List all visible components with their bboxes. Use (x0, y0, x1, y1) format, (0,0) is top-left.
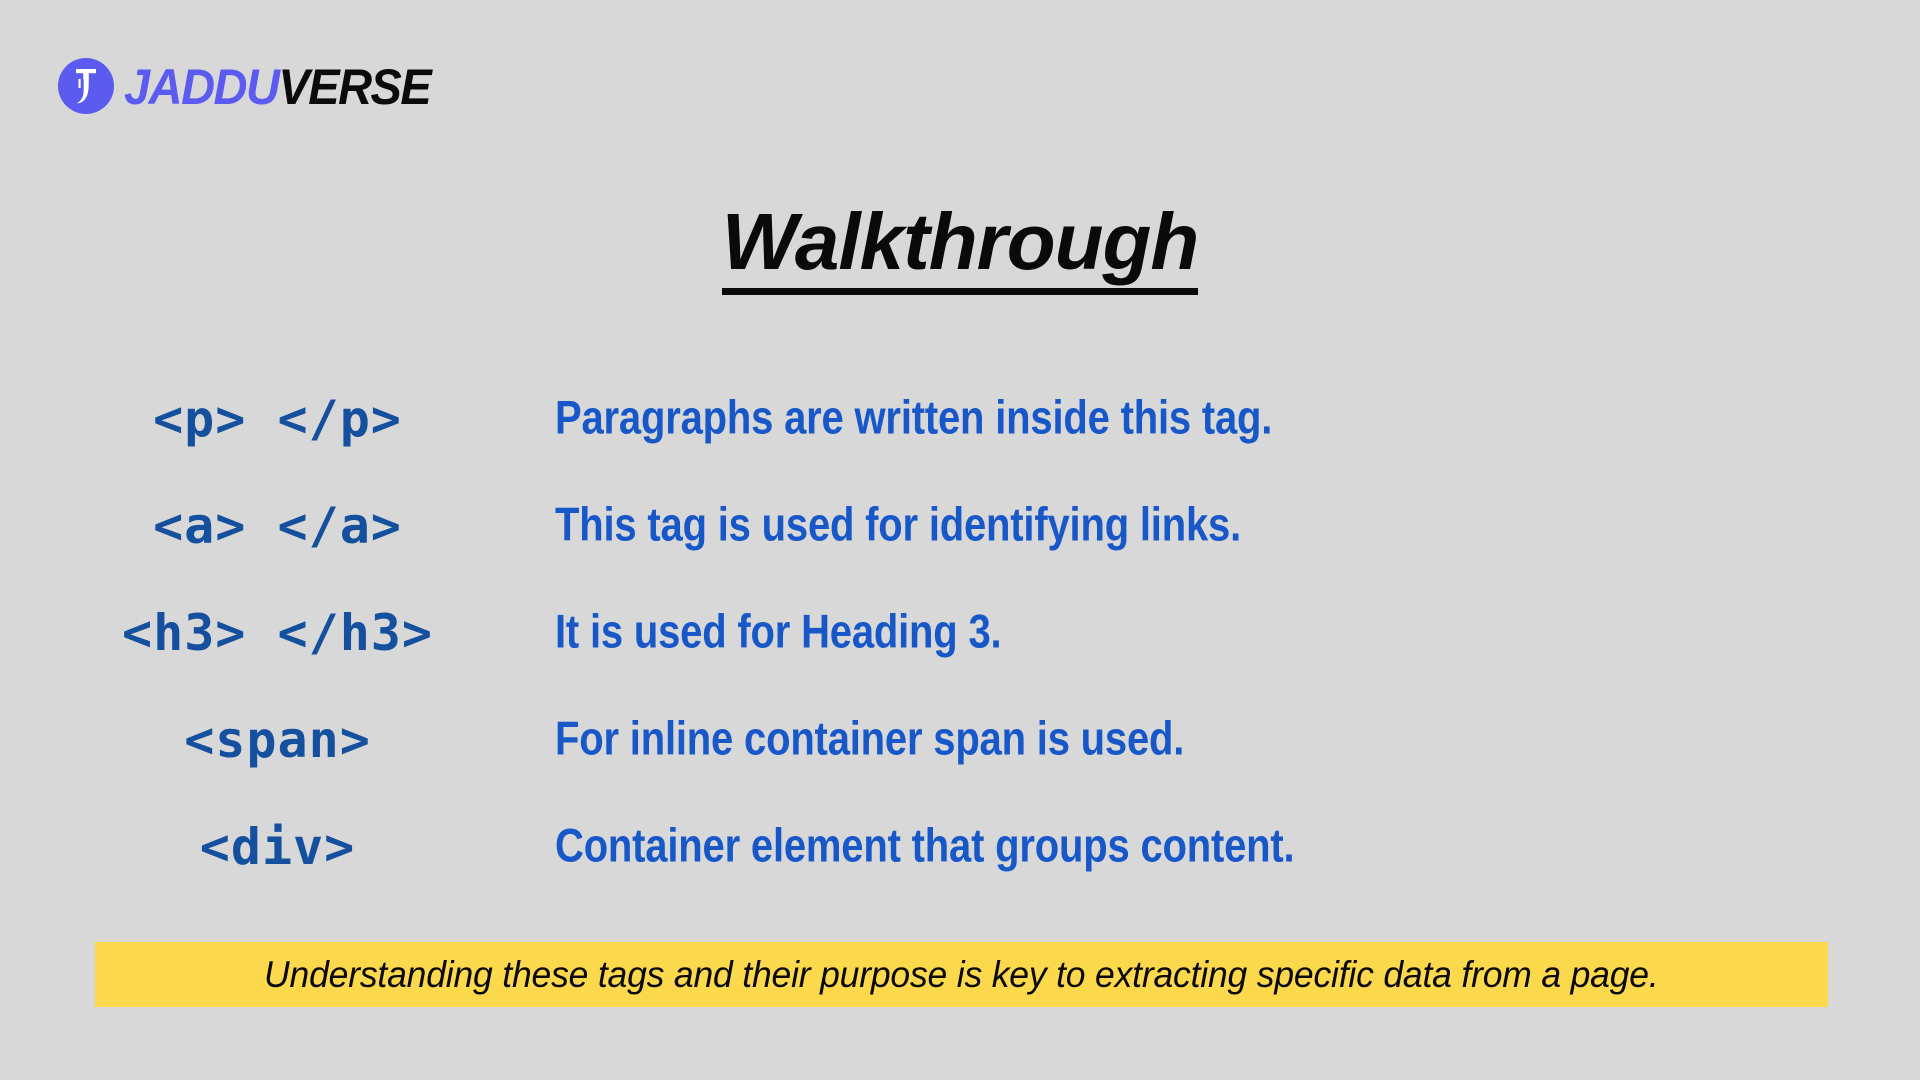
brand-wordmark-secondary: VERSE (278, 57, 431, 115)
tag-description-cell: For inline container span is used. (555, 712, 1185, 766)
callout-text: Understanding these tags and their purpo… (264, 953, 1659, 995)
tag-code-cell: <a> </a> (153, 496, 402, 555)
jadduverse-logo-icon (58, 58, 114, 114)
tag-description-cell: Container element that groups content. (555, 819, 1295, 873)
tag-code-cell: <p> </p> (153, 389, 402, 448)
tag-description-cell: It is used for Heading 3. (555, 605, 1002, 659)
html-tag-table: <p> </p> Paragraphs are written inside t… (0, 365, 1920, 900)
tag-code-cell: <div> (199, 817, 356, 876)
table-row: <p> </p> Paragraphs are written inside t… (0, 365, 1920, 472)
tag-description-cell: Paragraphs are written inside this tag. (555, 391, 1273, 445)
callout-banner: Understanding these tags and their purpo… (95, 942, 1828, 1007)
table-row: <a> </a> This tag is used for identifyin… (0, 472, 1920, 579)
brand-wordmark-primary: JADDU (124, 57, 280, 115)
tag-code-cell: <h3> </h3> (121, 603, 434, 662)
brand-wordmark: JADDUVERSE (124, 57, 432, 115)
page-title-text: Walkthrough (721, 200, 1199, 295)
table-row: <span> For inline container span is used… (0, 686, 1920, 793)
table-row: <div> Container element that groups cont… (0, 793, 1920, 900)
brand-logo: JADDUVERSE (58, 57, 432, 115)
page-title: Walkthrough (0, 196, 1920, 295)
tag-code-cell: <span> (184, 710, 371, 769)
tag-description-cell: This tag is used for identifying links. (555, 498, 1241, 552)
table-row: <h3> </h3> It is used for Heading 3. (0, 579, 1920, 686)
